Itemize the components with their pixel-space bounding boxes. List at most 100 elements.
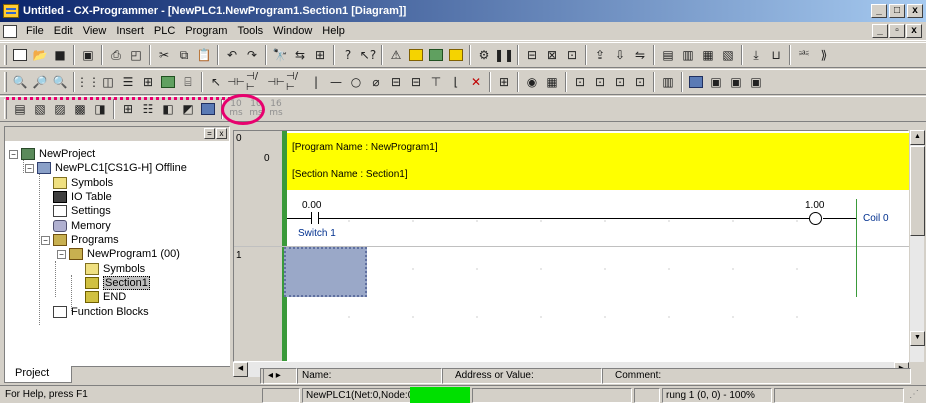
- new-or-closed-contact-icon[interactable]: ⊣/⊢: [286, 71, 306, 93]
- properties-icon[interactable]: ◨: [90, 99, 110, 119]
- watch-window-icon[interactable]: [158, 72, 178, 92]
- table-icon[interactable]: ⊞: [138, 72, 158, 92]
- copy-icon[interactable]: ⧉: [174, 45, 194, 65]
- ladder-diagram[interactable]: 0 0 1 [Program Name : NewProgram1] [Sect…: [233, 130, 910, 362]
- force-off-icon[interactable]: ⊡: [630, 72, 650, 92]
- force-on-icon[interactable]: ⊡: [610, 72, 630, 92]
- auto-online-icon[interactable]: [426, 45, 446, 65]
- mdi-close-button[interactable]: x: [906, 24, 922, 38]
- tree-node-symbols[interactable]: Symbols: [53, 176, 113, 190]
- cross-reference-icon[interactable]: ⊞: [310, 45, 330, 65]
- new-closed-contact-icon[interactable]: ⊣/⊢: [246, 71, 266, 93]
- workspace-dock-button[interactable]: =: [204, 128, 215, 139]
- redo-icon[interactable]: ↷: [242, 45, 262, 65]
- zoom-out-icon[interactable]: 🔍: [50, 72, 70, 92]
- menu-window[interactable]: Window: [268, 25, 317, 37]
- menu-program[interactable]: Program: [180, 25, 232, 37]
- collapse-icon[interactable]: −: [57, 249, 66, 259]
- set-icon[interactable]: ⊡: [570, 72, 590, 92]
- collapse-icon[interactable]: −: [25, 163, 34, 173]
- scroll-down-button[interactable]: ▼: [910, 331, 925, 346]
- address-reference-icon[interactable]: ▩: [70, 99, 90, 119]
- output-coil[interactable]: [809, 212, 822, 225]
- new-instruction-icon[interactable]: ⊟: [386, 72, 406, 92]
- new-closed-coil-icon[interactable]: ⌀: [366, 72, 386, 92]
- tree-node-programs[interactable]: − Programs: [41, 233, 119, 247]
- undo-icon[interactable]: ↶: [222, 45, 242, 65]
- replace-icon[interactable]: ⇆: [290, 45, 310, 65]
- online-icon[interactable]: [406, 45, 426, 65]
- menu-edit[interactable]: Edit: [49, 25, 78, 37]
- new-coil-icon[interactable]: ○: [346, 72, 366, 92]
- cancel-edit-icon[interactable]: ▦: [542, 72, 562, 92]
- menu-plc[interactable]: PLC: [149, 25, 180, 37]
- mnemonic-icon[interactable]: ☷: [138, 99, 158, 119]
- project-workspace-icon[interactable]: ▤: [10, 99, 30, 119]
- output-window-icon[interactable]: ⌸: [178, 72, 198, 92]
- tree-node-plc[interactable]: − NewPLC1[CS1G-H] Offline: [25, 161, 187, 175]
- compile-icon[interactable]: ⤓: [746, 45, 766, 65]
- reset-icon[interactable]: ⊡: [590, 72, 610, 92]
- minimize-button[interactable]: _: [871, 4, 887, 18]
- cut-icon[interactable]: ✂: [154, 45, 174, 65]
- tree-node-project[interactable]: − NewProject: [9, 147, 95, 161]
- timer-10ms-button[interactable]: 10 ms: [226, 99, 246, 119]
- help-icon[interactable]: ?: [338, 45, 358, 65]
- window-arrange-icon[interactable]: ▦: [698, 45, 718, 65]
- mdi-minimize-button[interactable]: _: [872, 24, 888, 38]
- online-edit-icon[interactable]: ◉: [522, 72, 542, 92]
- mdi-restore-button[interactable]: ▫: [889, 24, 905, 38]
- tree-node-end[interactable]: END: [85, 290, 126, 304]
- scroll-up-button[interactable]: ▲: [910, 130, 925, 145]
- program-icon[interactable]: ⎃: [794, 45, 814, 65]
- new-horizontal-icon[interactable]: —: [326, 72, 346, 92]
- menu-tools[interactable]: Tools: [232, 25, 268, 37]
- work-online-icon[interactable]: [446, 45, 466, 65]
- vertical-scrollbar[interactable]: ▲ ▼: [909, 130, 925, 362]
- scroll-thumb[interactable]: [910, 146, 925, 236]
- local-symbols-icon[interactable]: ◧: [158, 99, 178, 119]
- memory-view-icon[interactable]: [686, 72, 706, 92]
- tree-node-memory[interactable]: Memory: [53, 219, 111, 233]
- lock-icon[interactable]: ⊔: [766, 45, 786, 65]
- monitor-icon[interactable]: ◫: [98, 72, 118, 92]
- selected-cell-cursor[interactable]: [284, 247, 367, 297]
- workspace-close-button[interactable]: x: [216, 128, 227, 139]
- warning-icon[interactable]: ⚠: [386, 45, 406, 65]
- preview-icon[interactable]: ◰: [126, 45, 146, 65]
- window-tile-icon[interactable]: ▤: [658, 45, 678, 65]
- close-button[interactable]: x: [907, 4, 923, 18]
- compare-icon[interactable]: ⇋: [630, 45, 650, 65]
- io-view-icon[interactable]: ▣: [706, 72, 726, 92]
- watch-icon[interactable]: ▨: [50, 99, 70, 119]
- coil-symbol-name[interactable]: Coil 0: [863, 213, 889, 224]
- ladder-icon[interactable]: ⊞: [118, 99, 138, 119]
- timer-10ms-b-button[interactable]: 10 ms: [246, 99, 266, 119]
- view-mode-icon[interactable]: [198, 99, 218, 119]
- tree-node-io-table[interactable]: IO Table: [53, 190, 112, 204]
- list-icon[interactable]: ☰: [118, 72, 138, 92]
- new-line-icon[interactable]: ⌊: [446, 72, 466, 92]
- print-icon[interactable]: ⎙: [106, 45, 126, 65]
- new-fb-call-icon[interactable]: ⊤: [426, 72, 446, 92]
- menu-file[interactable]: File: [21, 25, 49, 37]
- pause-icon[interactable]: ❚❚: [494, 45, 514, 65]
- grid-icon[interactable]: ⋮⋮: [76, 72, 100, 92]
- toolbar-grip[interactable]: [4, 72, 7, 92]
- new-vertical-icon[interactable]: |: [306, 72, 326, 92]
- tree-node-program[interactable]: − NewProgram1 (00): [57, 247, 180, 261]
- print-preview-icon[interactable]: ▣: [78, 45, 98, 65]
- differential-monitor-icon[interactable]: ▥: [658, 72, 678, 92]
- new-or-contact-icon[interactable]: ⊣⊢: [266, 72, 286, 92]
- new-contact-icon[interactable]: ⊣⊢: [226, 72, 246, 92]
- transfer-to-plc-icon[interactable]: ⇪: [590, 45, 610, 65]
- debug-mode-icon[interactable]: ⊠: [542, 45, 562, 65]
- window-cascade-icon[interactable]: ▥: [678, 45, 698, 65]
- tree-node-program-symbols[interactable]: Symbols: [85, 262, 145, 276]
- scroll-left-button[interactable]: ◀: [233, 362, 248, 377]
- open-icon[interactable]: 📂: [30, 45, 50, 65]
- program-comment[interactable]: [Program Name : NewProgram1] [Section Na…: [287, 133, 910, 190]
- st-icon[interactable]: ◩: [178, 99, 198, 119]
- tree-node-function-blocks[interactable]: Function Blocks: [53, 305, 149, 319]
- output-icon[interactable]: ▧: [30, 99, 50, 119]
